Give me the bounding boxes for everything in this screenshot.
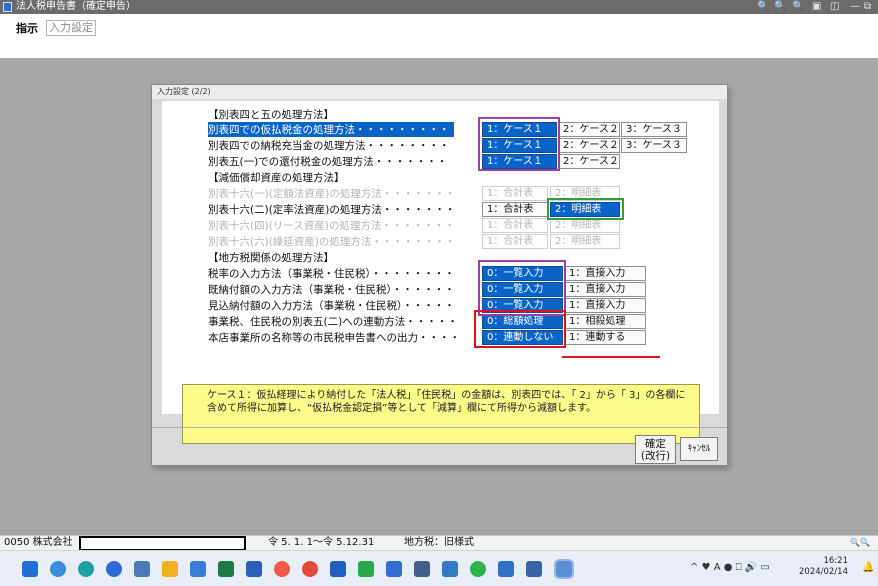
row-label-kurinobe: 別表十六(六)(繰延資産)の処理方法・・・・・・・・ [208, 236, 456, 248]
option-detail-kurinobe: 2：明細表 [550, 234, 620, 249]
confirm-button-label: 確定 [645, 438, 666, 450]
tax-app-icon[interactable] [554, 559, 574, 579]
option-no-link[interactable]: 0：連動しない [482, 330, 563, 345]
option-list-tax-rate[interactable]: 0：一覧入力 [482, 266, 563, 281]
line-icon[interactable] [470, 561, 486, 577]
mail-icon[interactable] [386, 561, 402, 577]
section-heading-betsuhyo4-5: 【別表四と五の処理方法】 [208, 109, 334, 121]
option-gross[interactable]: 0：総額処理 [482, 314, 563, 329]
taskbar: ^ ♥ A ● ⎕ 🔊 ▭ 16:21 2024/02/14 🔔 [0, 550, 878, 586]
start-icon[interactable] [22, 561, 38, 577]
option-case2-kanpu[interactable]: 2：ケース２ [558, 154, 620, 169]
word-icon[interactable] [246, 561, 262, 577]
row-label-kanpu[interactable]: 別表五(一)での還付税金の処理方法・・・・・・・ [208, 154, 447, 169]
highlight-underline-red [562, 356, 660, 358]
row-label-lease: 別表十六(四)(リース資産)の処理方法・・・・・・・ [208, 220, 455, 232]
input-settings-dialog: 入力設定 (2/2) 【別表四と五の処理方法】 別表四での仮払税金の処理方法・・… [151, 84, 728, 466]
option-list-estimated[interactable]: 0：一覧入力 [482, 298, 563, 313]
option-detail-teigaku: 2：明細表 [550, 186, 620, 201]
zoom-icons[interactable]: 🔍🔍 [850, 536, 870, 550]
option-detail-lease: 2：明細表 [550, 218, 620, 233]
row-label-nozei-juto[interactable]: 別表四での納税充当金の処理方法・・・・・・・・ [208, 138, 450, 153]
option-case1-nozei[interactable]: 1：ケース１ [482, 138, 557, 153]
minimize-button[interactable]: — [850, 0, 860, 14]
confirm-button-sublabel: (改行) [640, 450, 671, 462]
clock-time: 16:21 [823, 556, 849, 566]
zoom-app-icon[interactable] [106, 561, 122, 577]
app-icon-5[interactable] [442, 561, 458, 577]
cancel-button[interactable]: ｷｬﾝｾﾙ [680, 437, 718, 461]
option-offset[interactable]: 1：相殺処理 [564, 314, 646, 329]
option-case1-kanpu[interactable]: 1：ケース１ [482, 154, 557, 169]
yayoi-icon[interactable] [526, 561, 542, 577]
app-icon [3, 2, 12, 12]
dialog-footer-separator [152, 427, 727, 428]
option-total-kurinobe: 1：合計表 [482, 234, 548, 249]
option-case3-nozei[interactable]: 3：ケース３ [621, 138, 687, 153]
layout-icon[interactable]: ▣ [812, 0, 821, 14]
chrome-icon[interactable] [302, 561, 318, 577]
option-case2-nozei[interactable]: 2：ケース２ [558, 138, 620, 153]
option-direct-estimated[interactable]: 1：直接入力 [564, 298, 646, 313]
option-list-paid[interactable]: 0：一覧入力 [482, 282, 563, 297]
row-label-estimated-amount[interactable]: 見込納付額の入力方法（事業税・住民税）・・・・・ [208, 298, 455, 313]
app-icon-6[interactable] [498, 561, 514, 577]
row-label-tax-rate[interactable]: 税率の入力方法（事業税・住民税）・・・・・・・・ [208, 266, 455, 281]
toolbar: 指示 入力設定 [0, 14, 878, 58]
clock-date: 2024/02/14 [799, 567, 848, 577]
window-titlebar: 法人税申告書（確定申告） 🔍 🔍 🔍 ▣ ◫ — ⧉ [0, 0, 878, 14]
tab-instruction[interactable]: 指示 [16, 20, 38, 36]
option-case2-kariharai[interactable]: 2：ケース２ [558, 122, 620, 137]
pen-icon[interactable] [414, 561, 430, 577]
panel-icon[interactable]: ◫ [830, 0, 839, 14]
confirm-button[interactable]: 確定 (改行) [635, 435, 676, 464]
row-label-teiritsu[interactable]: 別表十六(二)(定率法資産)の処理方法・・・・・・・ [208, 202, 455, 217]
row-label-head-office-output[interactable]: 本店事業所の名称等の市民税申告書への出力・・・・ [208, 330, 460, 345]
row-label-link-method[interactable]: 事業税、住民税の別表五(二)への連動方法・・・・・ [208, 314, 458, 329]
option-total-teiritsu[interactable]: 1：合計表 [482, 202, 548, 217]
option-direct-paid[interactable]: 1：直接入力 [564, 282, 646, 297]
restore-button[interactable]: ⧉ [864, 0, 871, 14]
tab-input-settings[interactable]: 入力設定 [46, 20, 96, 36]
clock[interactable]: 16:21 2024/02/14 [799, 556, 848, 578]
excel-icon[interactable] [218, 561, 234, 577]
row-label-kariharai[interactable]: 別表四での仮払税金の処理方法・・・・・・・・・ [208, 122, 454, 137]
app-icon-2[interactable] [190, 561, 206, 577]
folder-icon[interactable] [162, 561, 178, 577]
edge-icon[interactable] [78, 561, 94, 577]
window-title: 法人税申告書（確定申告） [16, 1, 136, 12]
zoom-in-icon[interactable]: 🔍 [757, 0, 769, 14]
local-tax-format: 地方税：旧様式 [404, 537, 474, 548]
app-icon-3[interactable] [330, 561, 346, 577]
section-heading-local-tax: 【地方税関係の処理方法】 [208, 252, 334, 264]
company-code: 0050 株式会社 [4, 537, 73, 548]
option-detail-teiritsu[interactable]: 2：明細表 [550, 202, 620, 217]
option-total-lease: 1：合計表 [482, 218, 548, 233]
photos-icon[interactable] [274, 561, 290, 577]
option-case3-kariharai[interactable]: 3：ケース３ [621, 122, 687, 137]
option-case1-kariharai[interactable]: 1：ケース１ [482, 122, 557, 137]
zoom-out-icon[interactable]: 🔍 [774, 0, 786, 14]
dialog-body: 【別表四と五の処理方法】 別表四での仮払税金の処理方法・・・・・・・・・ 別表四… [162, 101, 719, 444]
option-direct-tax-rate[interactable]: 1：直接入力 [564, 266, 646, 281]
row-label-teigaku: 別表十六(一)(定額法資産)の処理方法・・・・・・・ [208, 188, 456, 200]
statusbar: 0050 株式会社 令 5. 1. 1～令 5.12.31 地方税：旧様式 🔍🔍 [0, 535, 878, 551]
system-tray-icons[interactable]: ^ ♥ A ● ⎕ 🔊 ▭ [690, 562, 770, 573]
dialog-title: 入力設定 (2/2) [152, 85, 727, 99]
option-total-teigaku: 1：合計表 [482, 186, 548, 201]
fiscal-period: 令 5. 1. 1～令 5.12.31 [268, 537, 375, 548]
app-icon-1[interactable] [134, 561, 150, 577]
notification-icon[interactable]: 🔔 [862, 562, 874, 573]
redacted-company-name [79, 536, 246, 551]
option-link[interactable]: 1：連動する [564, 330, 646, 345]
section-heading-depreciation: 【減価償却資産の処理方法】 [208, 172, 345, 184]
zoom-reset-icon[interactable]: 🔍 [792, 0, 804, 14]
search-icon[interactable] [50, 561, 66, 577]
app-icon-4[interactable] [358, 561, 374, 577]
help-note: ケース１：仮払経理により納付した「法人税」「住民税」の金額は、別表四では、「 2… [182, 384, 700, 444]
row-label-paid-amount[interactable]: 既納付額の入力方法（事業税・住民税）・・・・・・ [208, 282, 455, 297]
